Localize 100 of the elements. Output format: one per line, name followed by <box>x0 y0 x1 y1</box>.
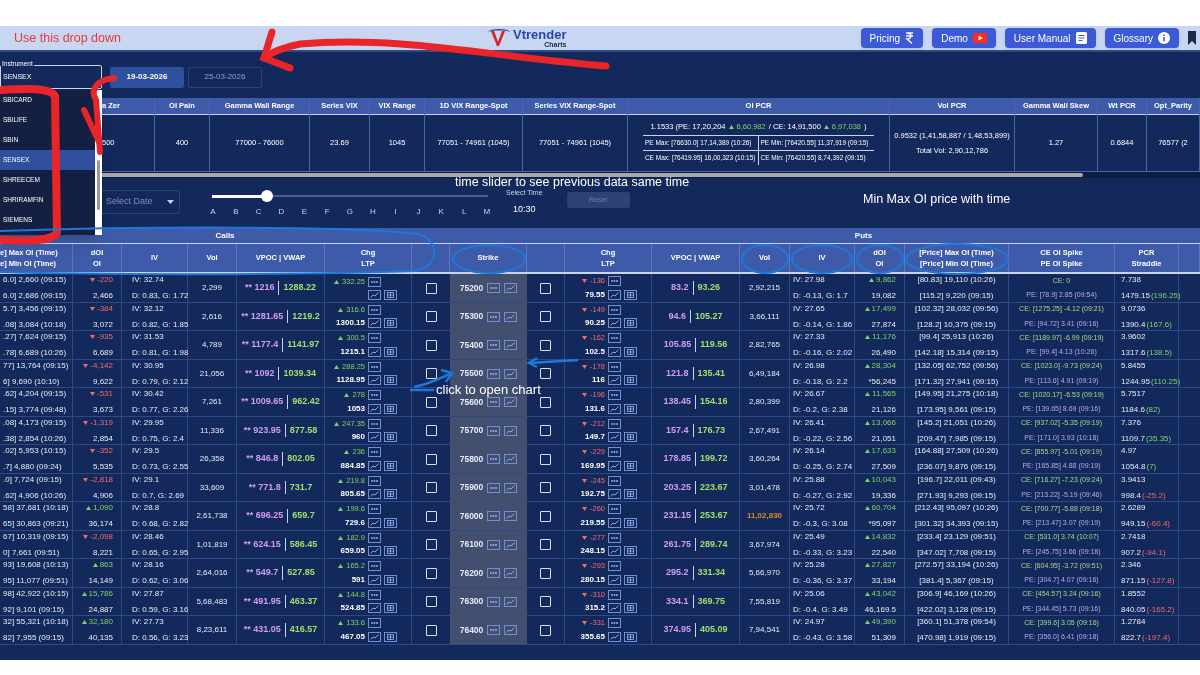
line-chart-icon[interactable] <box>504 425 518 436</box>
checkbox[interactable] <box>540 596 551 607</box>
checkbox[interactable] <box>540 282 551 294</box>
dots-icon[interactable] <box>368 304 381 315</box>
dots-icon[interactable] <box>608 276 621 286</box>
dots-icon[interactable] <box>487 368 501 379</box>
grid-icon[interactable] <box>384 460 397 471</box>
line-chart-icon[interactable] <box>608 403 621 414</box>
dots-icon[interactable] <box>608 504 621 514</box>
line-chart-icon[interactable] <box>368 517 381 528</box>
line-chart-icon[interactable] <box>504 625 518 635</box>
dots-icon[interactable] <box>368 277 381 287</box>
line-chart-icon[interactable] <box>608 375 621 386</box>
grid-icon[interactable] <box>384 403 397 414</box>
line-chart-icon[interactable] <box>504 482 518 493</box>
checkbox[interactable] <box>540 339 551 351</box>
grid-icon[interactable] <box>384 346 397 357</box>
checkbox[interactable] <box>425 311 437 322</box>
grid-icon[interactable] <box>384 546 397 557</box>
checkbox[interactable] <box>540 482 551 493</box>
dots-icon[interactable] <box>487 625 501 635</box>
line-chart-icon[interactable] <box>608 631 621 642</box>
line-chart-icon[interactable] <box>368 603 381 614</box>
header-button[interactable]: User Manual <box>1004 28 1096 48</box>
checkbox[interactable] <box>540 539 551 550</box>
line-chart-icon[interactable] <box>504 596 518 607</box>
checkbox[interactable] <box>540 368 551 379</box>
dots-icon[interactable] <box>487 482 501 493</box>
grid-icon[interactable] <box>624 375 637 386</box>
line-chart-icon[interactable] <box>368 289 381 300</box>
line-chart-icon[interactable] <box>608 574 621 585</box>
line-chart-icon[interactable] <box>368 574 381 585</box>
grid-icon[interactable] <box>624 289 637 300</box>
dots-icon[interactable] <box>487 340 501 350</box>
checkbox[interactable] <box>425 425 437 436</box>
checkbox[interactable] <box>425 396 437 408</box>
date-tab[interactable]: 19-03-2026 <box>110 66 184 88</box>
line-chart-icon[interactable] <box>504 397 518 407</box>
dots-icon[interactable] <box>487 397 501 407</box>
date-tab[interactable]: 25-03-2026 <box>188 66 262 88</box>
grid-icon[interactable] <box>384 318 397 329</box>
checkbox[interactable] <box>425 567 437 579</box>
checkbox[interactable] <box>540 311 551 322</box>
grid-icon[interactable] <box>624 346 637 357</box>
grid-icon[interactable] <box>624 574 637 585</box>
line-chart-icon[interactable] <box>368 489 381 500</box>
header-button[interactable]: Pricing <box>860 28 924 48</box>
checkbox[interactable] <box>540 624 551 636</box>
dots-icon[interactable] <box>608 618 621 628</box>
dots-icon[interactable] <box>368 447 381 457</box>
checkbox[interactable] <box>425 624 437 636</box>
grid-icon[interactable] <box>624 318 637 329</box>
grid-icon[interactable] <box>384 375 397 386</box>
time-slider[interactable] <box>212 190 488 202</box>
dots-icon[interactable] <box>487 539 501 550</box>
checkbox[interactable] <box>425 339 437 351</box>
line-chart-icon[interactable] <box>608 460 621 471</box>
line-chart-icon[interactable] <box>504 511 518 521</box>
checkbox[interactable] <box>425 453 437 465</box>
line-chart-icon[interactable] <box>608 432 621 443</box>
checkbox[interactable] <box>540 510 551 522</box>
dots-icon[interactable] <box>368 475 381 486</box>
checkbox[interactable] <box>540 453 551 465</box>
line-chart-icon[interactable] <box>608 289 621 300</box>
grid-icon[interactable] <box>624 489 637 500</box>
line-chart-icon[interactable] <box>504 539 518 550</box>
dots-icon[interactable] <box>487 568 501 578</box>
checkbox[interactable] <box>425 282 437 294</box>
dots-icon[interactable] <box>368 390 381 400</box>
dots-icon[interactable] <box>368 361 381 372</box>
line-chart-icon[interactable] <box>504 340 518 350</box>
dots-icon[interactable] <box>487 511 501 521</box>
dots-icon[interactable] <box>487 283 501 293</box>
dots-icon[interactable] <box>487 454 501 464</box>
grid-icon[interactable] <box>384 489 397 500</box>
line-chart-icon[interactable] <box>504 568 518 578</box>
dots-icon[interactable] <box>368 561 381 571</box>
line-chart-icon[interactable] <box>368 460 381 471</box>
dots-icon[interactable] <box>368 532 381 543</box>
line-chart-icon[interactable] <box>608 603 621 614</box>
grid-icon[interactable] <box>624 460 637 471</box>
grid-icon[interactable] <box>624 631 637 642</box>
grid-icon[interactable] <box>624 432 637 443</box>
dots-icon[interactable] <box>487 596 501 607</box>
header-button[interactable]: Glossary <box>1104 28 1179 48</box>
grid-icon[interactable] <box>624 603 637 614</box>
dots-icon[interactable] <box>368 333 381 343</box>
line-chart-icon[interactable] <box>504 311 518 322</box>
line-chart-icon[interactable] <box>368 432 381 443</box>
line-chart-icon[interactable] <box>368 546 381 557</box>
slider-thumb[interactable] <box>261 190 274 202</box>
checkbox[interactable] <box>425 482 437 493</box>
line-chart-icon[interactable] <box>368 631 381 642</box>
dots-icon[interactable] <box>608 589 621 600</box>
grid-icon[interactable] <box>384 631 397 642</box>
dots-icon[interactable] <box>608 304 621 315</box>
dots-icon[interactable] <box>608 390 621 400</box>
grid-icon[interactable] <box>384 517 397 528</box>
grid-icon[interactable] <box>384 289 397 300</box>
bookmark-icon[interactable] <box>1188 31 1196 45</box>
